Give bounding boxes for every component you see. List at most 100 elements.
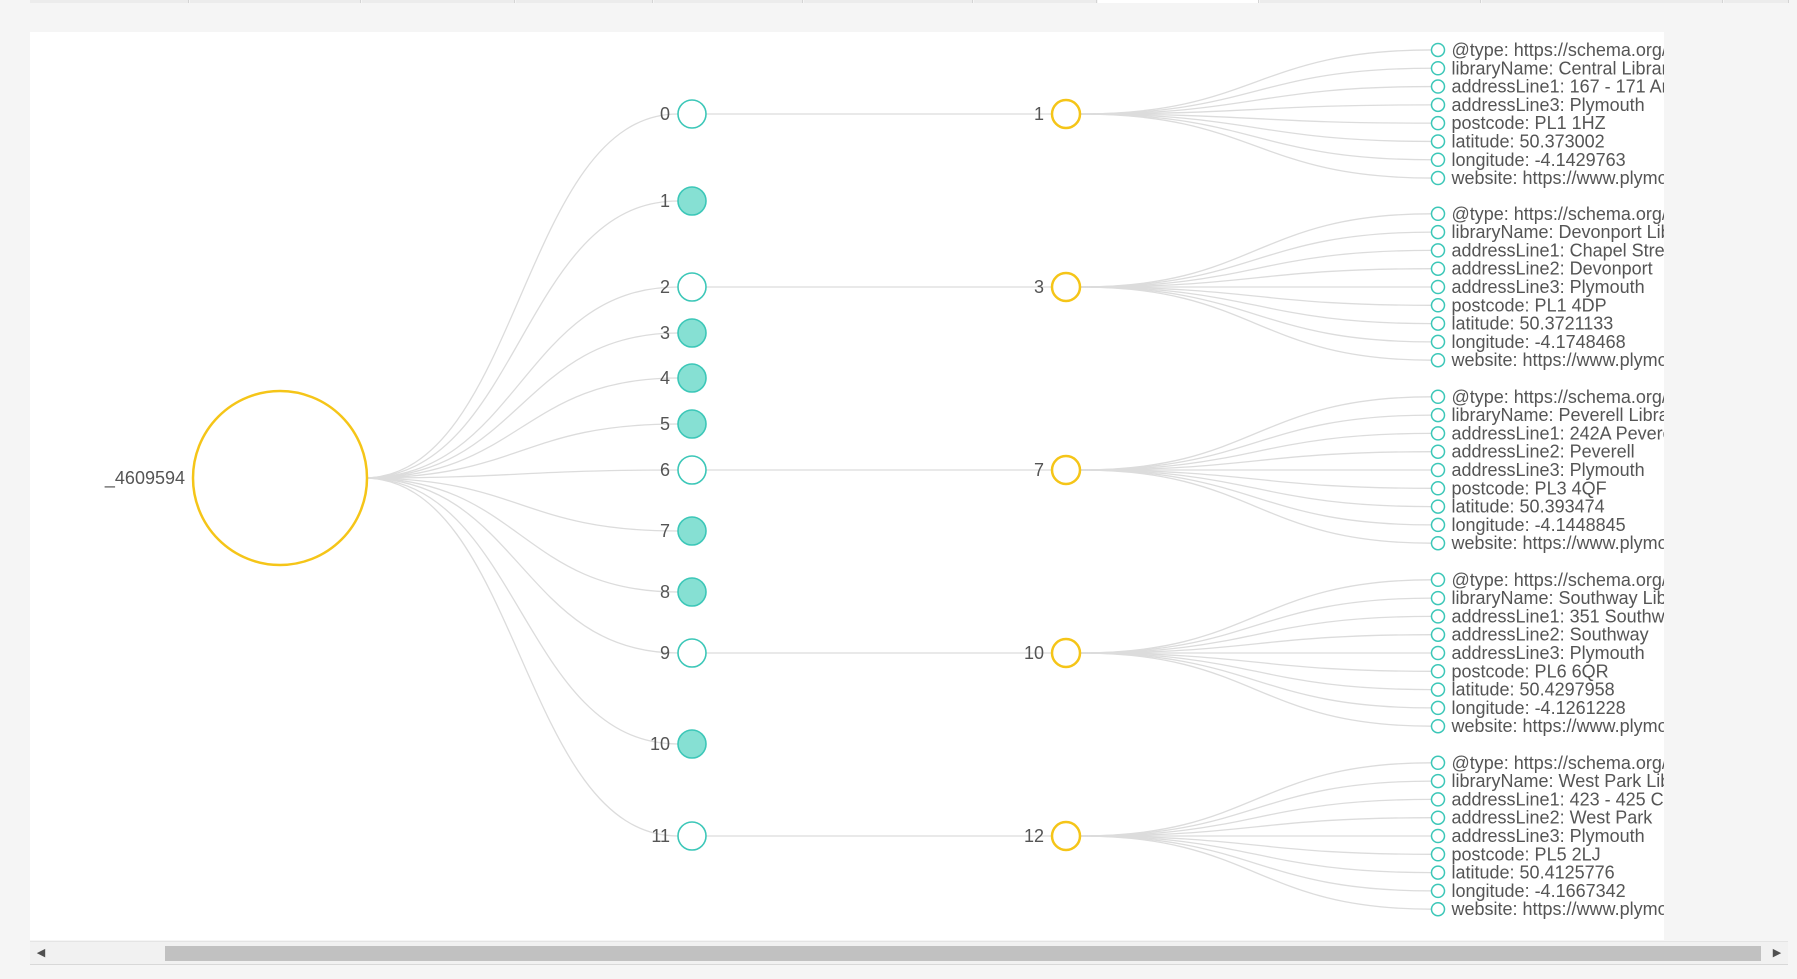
array-item-label: 10 [650,734,670,754]
array-item-label: 0 [660,104,670,124]
property-label: website: https://www.plymouth.gov.uk... [1451,168,1665,188]
array-item-node[interactable] [677,409,707,439]
property-node[interactable] [1430,590,1446,606]
array-item-node[interactable] [677,272,707,302]
array-item-label: 2 [660,277,670,297]
property-node[interactable] [1430,79,1446,94]
property-node[interactable] [1430,792,1446,807]
property-node[interactable] [1430,152,1446,167]
property-node[interactable] [1430,700,1446,716]
tree-link [1079,780,1432,837]
property-node[interactable] [1430,224,1446,240]
horizontal-scrollbar[interactable]: ◀ ▶ [30,941,1788,964]
property-label: postcode: PL5 2LJ [1452,844,1601,864]
object-node-label: 10 [1024,643,1044,663]
tree-link [1079,396,1432,471]
property-node[interactable] [1430,61,1446,76]
property-node[interactable] [1430,810,1446,825]
property-node[interactable] [1430,535,1446,551]
object-node[interactable] [1050,98,1082,130]
property-node[interactable] [1430,170,1446,186]
property-node[interactable] [1430,847,1446,862]
array-item-node[interactable] [677,729,707,759]
property-node[interactable] [1430,243,1446,258]
tab[interactable] [1724,0,1789,3]
property-label: longitude: -4.1667342 [1452,881,1626,901]
array-item-node[interactable] [677,577,707,607]
property-node[interactable] [1430,42,1446,58]
array-item-node[interactable] [677,638,707,668]
property-node[interactable] [1430,97,1446,113]
property-node[interactable] [1430,115,1446,131]
property-node[interactable] [1430,444,1446,459]
property-node[interactable] [1430,499,1446,514]
scroll-right-icon[interactable]: ▶ [1770,946,1784,960]
property-node[interactable] [1430,279,1446,295]
property-node[interactable] [1430,828,1446,844]
scrollbar-thumb[interactable] [165,946,1761,961]
array-item-label: 8 [660,582,670,602]
property-node[interactable] [1430,664,1446,679]
tab[interactable] [190,0,361,3]
array-item-node[interactable] [677,455,707,485]
tree-link [1079,469,1432,526]
property-node[interactable] [1430,773,1446,789]
array-item-node[interactable] [677,516,707,546]
tab[interactable] [362,0,515,3]
array-item-node[interactable] [677,186,707,216]
object-node[interactable] [1050,820,1082,852]
property-node[interactable] [1430,901,1446,917]
tab[interactable] [1482,0,1723,3]
property-label: website: https://www.plymouth.gov.uk... [1451,716,1665,736]
array-item-label: 6 [660,460,670,480]
scroll-left-icon[interactable]: ◀ [34,946,48,960]
root-node[interactable] [191,389,369,567]
property-node[interactable] [1430,352,1446,368]
array-item-node[interactable] [677,363,707,393]
property-node[interactable] [1430,682,1446,697]
property-node[interactable] [1430,316,1446,331]
property-node[interactable] [1430,462,1446,478]
property-node[interactable] [1430,298,1446,313]
array-item-node[interactable] [677,99,707,129]
property-node[interactable] [1430,609,1446,624]
array-item-node[interactable] [677,821,707,851]
property-node[interactable] [1430,481,1446,496]
tab[interactable] [654,0,803,3]
property-label: longitude: -4.1748468 [1452,332,1626,352]
tab-strip [0,0,1797,4]
property-node[interactable] [1430,718,1446,734]
tab[interactable] [804,0,973,3]
property-node[interactable] [1430,627,1446,642]
property-node[interactable] [1430,865,1446,880]
property-node[interactable] [1430,407,1446,423]
property-label: addressLine1: 351 Southway Drive, [1452,606,1665,626]
tab[interactable] [30,0,189,3]
tab-active[interactable] [1098,0,1259,3]
property-node[interactable] [1430,206,1446,222]
object-node[interactable] [1050,454,1082,486]
tab[interactable] [1260,0,1481,3]
property-node[interactable] [1430,517,1446,533]
property-label: postcode: PL1 1HZ [1452,113,1606,133]
property-node[interactable] [1430,334,1446,350]
property-node[interactable] [1430,426,1446,441]
tab[interactable] [974,0,1097,3]
tree-link [362,286,679,479]
array-item-label: 11 [651,826,670,846]
property-node[interactable] [1430,883,1446,899]
property-node[interactable] [1430,261,1446,276]
property-node[interactable] [1430,755,1446,771]
property-node[interactable] [1430,572,1446,588]
tree-graph: _4609594 0 1 @type: https://schema.org/Plac… [104,40,1665,919]
object-node[interactable] [1050,271,1082,303]
tab[interactable] [516,0,653,3]
property-node[interactable] [1430,389,1446,405]
tree-link [1079,469,1432,544]
tree-link [362,477,679,745]
property-label: addressLine2: Southway [1452,625,1649,645]
object-node[interactable] [1050,637,1082,669]
property-node[interactable] [1430,134,1446,149]
array-item-node[interactable] [677,318,707,348]
property-node[interactable] [1430,645,1446,661]
